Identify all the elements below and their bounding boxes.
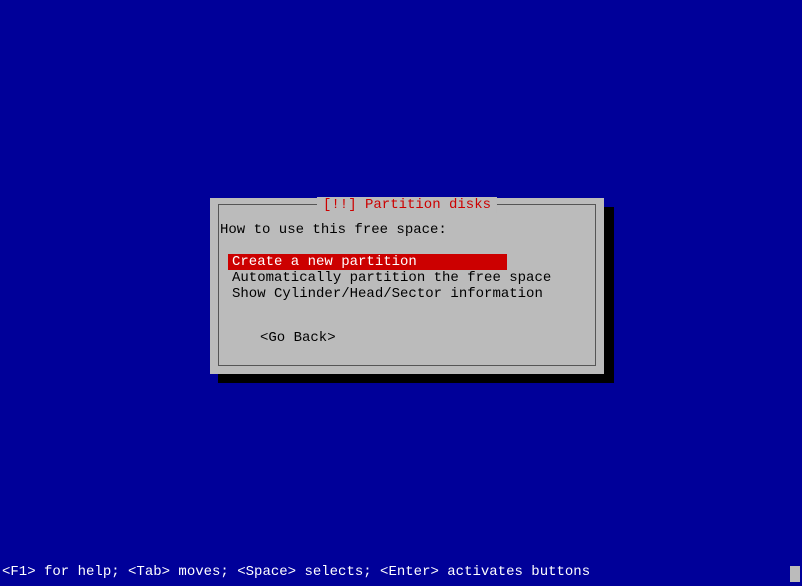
partition-dialog: [!!] Partition disks How to use this fre… bbox=[210, 198, 604, 374]
status-bar: <F1> for help; <Tab> moves; <Space> sele… bbox=[2, 564, 800, 580]
dialog-title: [!!] Partition disks bbox=[317, 197, 497, 213]
dialog-border: [!!] Partition disks bbox=[218, 204, 596, 366]
cursor bbox=[790, 566, 800, 582]
